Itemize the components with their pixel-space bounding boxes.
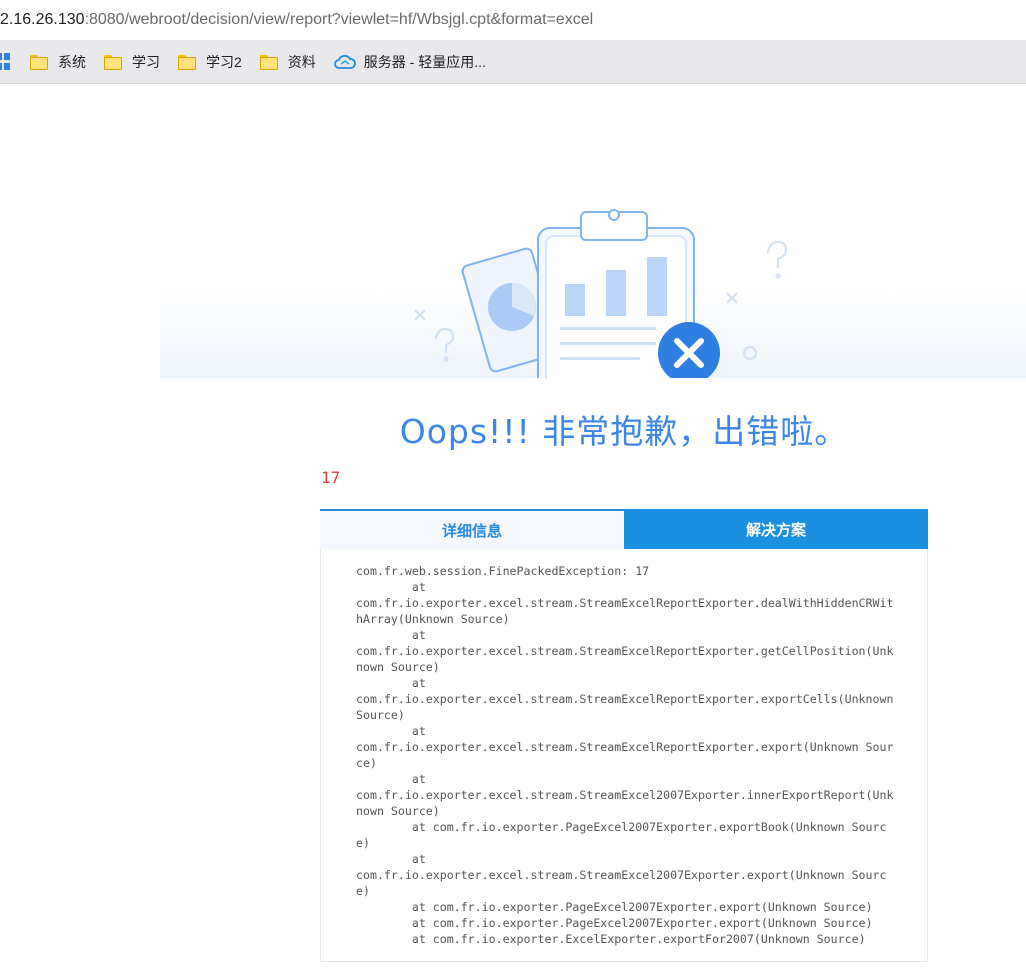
apps-icon[interactable] (0, 52, 10, 71)
tab-solution[interactable]: 解决方案 (624, 509, 928, 549)
url-path: :8080/webroot/decision/view/report?viewl… (84, 11, 594, 28)
bookmark-label: 学习 (132, 53, 160, 70)
stack-trace-panel: com.fr.web.session.FinePackedException: … (320, 549, 928, 962)
bookmark-xuexi2[interactable]: 学习2 (178, 48, 242, 76)
url-host: 2.16.26.130 (0, 11, 85, 28)
bookmark-label: 系统 (58, 53, 86, 70)
folder-icon (30, 54, 48, 70)
stack-trace-text: com.fr.web.session.FinePackedException: … (356, 564, 894, 946)
error-illustration (160, 160, 1026, 378)
bookmark-label: 资料 (287, 53, 316, 70)
error-title: Oops!!! 非常抱歉，出错啦。 (399, 412, 849, 451)
address-bar[interactable]: 2.16.26.130:8080/webroot/decision/view/r… (0, 0, 1026, 40)
folder-icon (104, 54, 122, 70)
bookmarks-bar: 系统 学习 学习2 资料 服务器 - 轻量应用... (0, 40, 1026, 84)
tab-detail-info[interactable]: 详细信息 (320, 509, 624, 549)
cloud-icon (333, 54, 356, 69)
bookmark-server[interactable]: 服务器 - 轻量应用... (333, 48, 486, 76)
bookmark-xuexi[interactable]: 学习 (104, 48, 160, 76)
bookmark-xitong[interactable]: 系统 (30, 48, 86, 76)
bookmark-label: 服务器 - 轻量应用... (363, 53, 486, 70)
bookmark-label: 学习2 (206, 53, 242, 70)
folder-icon (259, 54, 278, 70)
folder-icon (178, 54, 196, 70)
error-code: 17 (321, 468, 341, 487)
error-tabs: 详细信息 解决方案 (320, 509, 928, 549)
bookmark-ziliao[interactable]: 资料 (259, 48, 316, 76)
